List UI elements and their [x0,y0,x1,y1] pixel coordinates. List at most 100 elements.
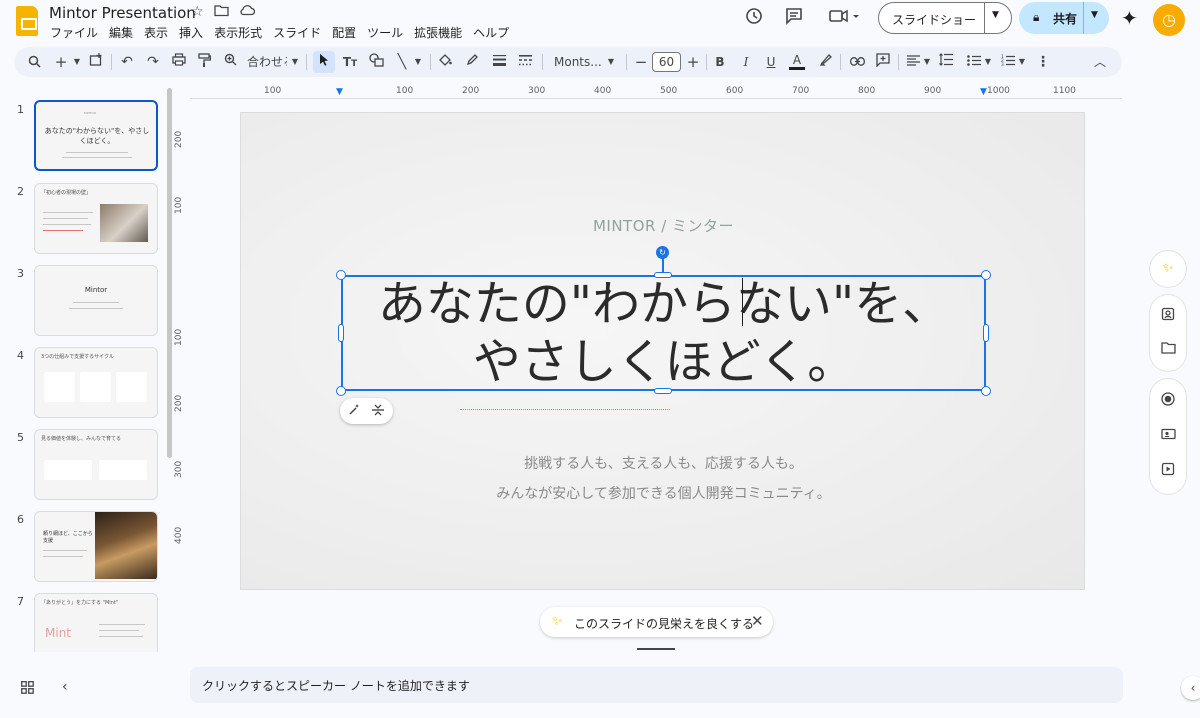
highlight-color-icon[interactable] [817,53,833,71]
version-history-icon[interactable] [742,6,766,30]
gemini-sparkle-icon[interactable]: ✦ [1121,6,1138,30]
text-box-icon[interactable]: TT [342,53,358,71]
resize-handle-left[interactable] [338,324,344,342]
slide-thumbnail-7[interactable]: 「ありがとう」を力にする "Mint" Mint [34,593,158,652]
close-icon[interactable]: ✕ [751,612,764,630]
text-color-icon[interactable]: A [789,53,805,70]
slide-thumbnail-4[interactable]: 3つの仕組みで支援するサイクル [34,347,158,418]
align-dropdown-icon[interactable]: ▼ [922,53,932,71]
notes-resize-handle[interactable] [637,648,675,650]
fill-color-icon[interactable] [437,53,453,71]
zoom-icon[interactable] [222,53,238,71]
resize-handle-bottom[interactable] [654,388,672,394]
font-size-input[interactable]: 60 [652,52,681,72]
menu-edit[interactable]: 編集 [109,24,133,41]
slide-thumbnail-2[interactable]: 「初心者の現場の壁」 [34,183,158,254]
insert-comment-icon[interactable] [875,53,891,71]
collapse-filmstrip-icon[interactable]: ‹ [62,679,68,695]
search-menus-icon[interactable] [26,55,42,73]
menu-tools[interactable]: ツール [367,24,403,41]
menu-format[interactable]: 表示形式 [214,24,262,41]
menu-file[interactable]: ファイル [50,24,98,41]
resize-handle-right[interactable] [983,324,989,342]
edit-with-ai-icon[interactable] [348,403,361,419]
speaker-notes-field[interactable]: クリックするとスピーカー ノートを追加できます [190,667,1123,703]
paint-format-icon[interactable] [196,53,212,71]
slide-thumbnail-3[interactable]: Mintor [34,265,158,336]
undo-icon[interactable]: ↶ [119,53,135,71]
image-shape-icon[interactable] [368,53,384,71]
grid-view-icon[interactable] [21,681,34,698]
slide-subtitle-line-1[interactable]: 挑戦する人も、支える人も、応援する人も。 [241,453,1086,473]
menu-help[interactable]: ヘルプ [473,24,509,41]
select-tool-icon[interactable] [313,51,335,73]
redo-icon[interactable]: ↷ [145,53,161,71]
rotate-handle-icon[interactable]: ↻ [656,246,669,259]
present-video-icon[interactable] [1158,462,1178,482]
line-dropdown-icon[interactable]: ▼ [413,53,423,71]
font-dropdown-icon[interactable]: ▼ [606,53,616,71]
border-dash-icon[interactable] [517,53,533,71]
menu-view[interactable]: 表示 [144,24,168,41]
menu-arrange[interactable]: 配置 [332,24,356,41]
share-button[interactable]: 🔒︎ 共有 ▼ [1019,2,1109,34]
border-color-icon[interactable] [464,53,480,71]
align-icon[interactable] [905,53,921,71]
line-tool-icon[interactable]: ╲ [394,53,410,71]
share-dropdown-icon[interactable]: ▼ [1091,10,1098,20]
cloud-status-icon[interactable] [239,4,255,21]
slide-subtitle-line-2[interactable]: みんなが安心して参加できる個人開発コミュニティ。 [241,483,1086,503]
menu-insert[interactable]: 挿入 [179,24,203,41]
folder-icon[interactable] [1158,341,1178,361]
font-family-select[interactable]: Monts... [554,53,604,71]
slide-brand-label[interactable]: MINTOR / ミンター [241,215,1086,236]
bold-icon[interactable]: B [713,53,727,71]
video-icon[interactable] [1158,427,1178,447]
left-indent-marker-icon[interactable]: ▼ [336,87,343,97]
account-avatar-icon[interactable]: ◷ [1153,4,1185,36]
improve-slide-chip[interactable]: ✨︎ このスライドの見栄えを良くする ✕ [540,607,773,637]
collapse-toolbar-icon[interactable]: ︿ [1092,53,1108,71]
more-options-icon[interactable]: ⋮ [1036,53,1050,71]
import-slide-icon[interactable] [88,53,104,71]
right-indent-marker-icon[interactable]: ▼ [980,87,987,97]
slide-thumbnail-5[interactable]: 見る価値を体験し、みんなで育てる [34,429,158,500]
keep-notes-icon[interactable] [1158,307,1178,327]
slide-thumbnail-6[interactable]: 頼り網ほど、ここから支援 [34,511,158,582]
meet-icon[interactable] [826,6,862,30]
menu-slide[interactable]: スライド [273,24,321,41]
vertical-align-icon[interactable] [371,403,385,420]
line-spacing-icon[interactable] [938,53,954,71]
menu-extensions[interactable]: 拡張機能 [414,24,462,41]
resize-handle-bottom-left[interactable] [336,386,346,396]
resize-handle-top-left[interactable] [336,270,346,280]
decrease-font-size-icon[interactable]: − [634,53,648,71]
slideshow-dropdown-icon[interactable]: ▼ [992,10,999,20]
zoom-select[interactable]: 合わせる [247,53,287,71]
record-icon[interactable] [1158,392,1178,412]
underline-icon[interactable]: U [764,53,778,71]
slideshow-button[interactable]: スライドショー ▼ [878,2,1012,34]
new-slide-dropdown-icon[interactable]: ▼ [72,53,82,71]
zoom-dropdown-icon[interactable]: ▼ [290,53,300,71]
resize-handle-top-right[interactable] [981,270,991,280]
new-slide-icon[interactable]: + [54,53,68,71]
insert-link-icon[interactable] [849,53,865,71]
star-icon[interactable]: ☆ [191,4,204,21]
resize-handle-bottom-right[interactable] [981,386,991,396]
slides-logo-icon[interactable] [16,6,38,36]
bullet-dropdown-icon[interactable]: ▼ [983,53,993,71]
magic-wand-icon[interactable]: ✨︎ [1158,259,1178,279]
numbered-list-icon[interactable]: 123 [1000,53,1016,71]
italic-icon[interactable]: I [739,53,753,71]
comments-icon[interactable] [782,6,806,30]
move-folder-icon[interactable] [213,4,229,21]
document-title[interactable]: Mintor Presentation [49,4,196,22]
border-weight-icon[interactable] [491,53,507,71]
slide-canvas[interactable]: MINTOR / ミンター あなたの"わからない"を、 やさしくほどく。 挑戦す… [240,112,1085,590]
resize-handle-top[interactable] [654,272,672,278]
increase-font-size-icon[interactable]: + [686,53,700,71]
print-icon[interactable] [171,53,187,71]
expand-side-panel-icon[interactable]: ‹ [1181,676,1200,700]
bulleted-list-icon[interactable] [966,53,982,71]
